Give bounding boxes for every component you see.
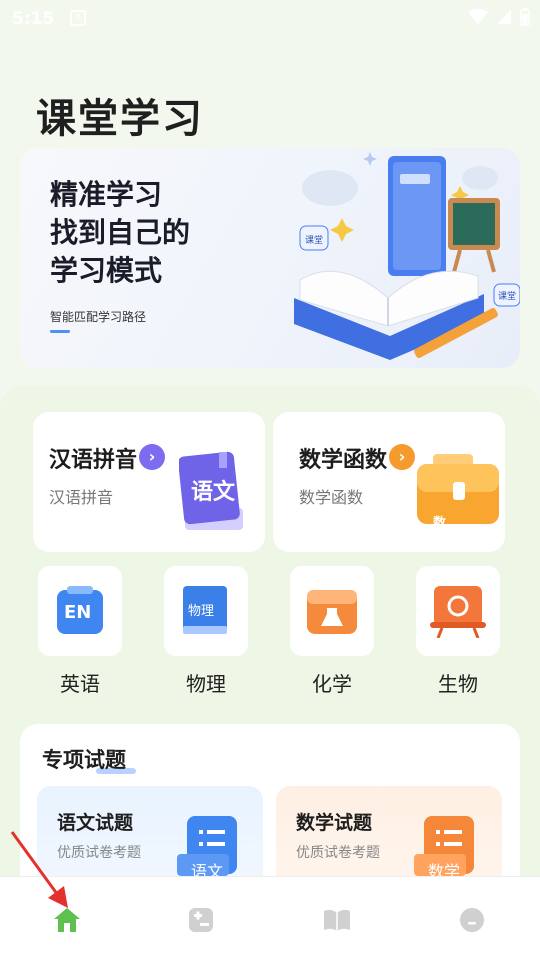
section-title: 专项试题	[42, 748, 126, 772]
banner[interactable]: 精准学习 找到自己的 学习模式 智能匹配学习路径 课堂 课堂	[20, 148, 520, 368]
english-icon-box: EN	[38, 566, 122, 656]
banner-chip-2: 课堂	[498, 290, 516, 302]
physics-icon-box: 物理	[164, 566, 248, 656]
wifi-icon	[468, 9, 488, 24]
annotation-arrow	[10, 831, 68, 908]
bottom-nav	[0, 876, 540, 961]
exam-card-title: 数学试题	[296, 812, 373, 834]
briefcase-icon	[417, 454, 499, 524]
subject-card-math-function[interactable]: 数学函数 › 数学函数 数	[273, 412, 505, 552]
chevron-right-icon: ›	[389, 444, 415, 470]
subject-card-pinyin[interactable]: 汉语拼音 › 汉语拼音 语文	[33, 412, 265, 552]
status-bar: 5:15 A	[0, 0, 540, 36]
briefcase-label: 数	[433, 516, 447, 531]
biology-board-icon	[430, 586, 486, 638]
exercise-icon[interactable]	[186, 905, 216, 935]
notification-icon: A	[70, 10, 86, 26]
chemistry-icon-box	[290, 566, 374, 656]
subject-biology[interactable]: 生物	[416, 566, 500, 697]
subject-label: 化学	[312, 672, 352, 696]
subject-english[interactable]: EN 英语	[38, 566, 122, 697]
banner-subtitle: 智能匹配学习路径	[50, 310, 147, 324]
subject-card-title: 汉语拼音	[49, 448, 138, 473]
subject-label: 物理	[186, 672, 226, 696]
chevron-right-icon: ›	[139, 444, 165, 470]
status-icons	[468, 8, 530, 26]
signal-icon	[497, 10, 511, 24]
subject-card-subtitle: 数学函数	[299, 488, 364, 507]
page-title: 课堂学习	[36, 96, 204, 142]
subject-label: 英语	[60, 672, 100, 696]
biology-icon-box	[416, 566, 500, 656]
physics-icon-text: 物理	[188, 604, 215, 619]
english-icon-text: EN	[64, 602, 92, 623]
subject-label: 生物	[438, 672, 478, 696]
chinese-book-label: 语文	[191, 480, 236, 505]
profile-icon[interactable]	[457, 905, 487, 935]
main-panel: 汉语拼音 › 汉语拼音 语文 数学函数 › 数学函数 数 EN 英语 物理 物理…	[0, 386, 540, 924]
banner-indicator	[50, 330, 70, 333]
subject-card-title: 数学函数	[299, 448, 388, 473]
subject-physics[interactable]: 物理 物理	[164, 566, 248, 697]
battery-icon	[520, 8, 530, 26]
banner-headline: 精准学习 找到自己的 学习模式	[50, 178, 191, 287]
exam-card-subtitle: 优质试卷考题	[296, 845, 380, 861]
flask-icon	[307, 590, 357, 634]
status-time: 5:15	[12, 9, 55, 29]
subject-chemistry[interactable]: 化学	[290, 566, 374, 697]
book-icon[interactable]	[322, 905, 352, 935]
books-illustration: 课堂 课堂	[294, 152, 520, 360]
subject-card-subtitle: 汉语拼音	[49, 488, 114, 507]
banner-chip-1: 课堂	[305, 234, 323, 246]
